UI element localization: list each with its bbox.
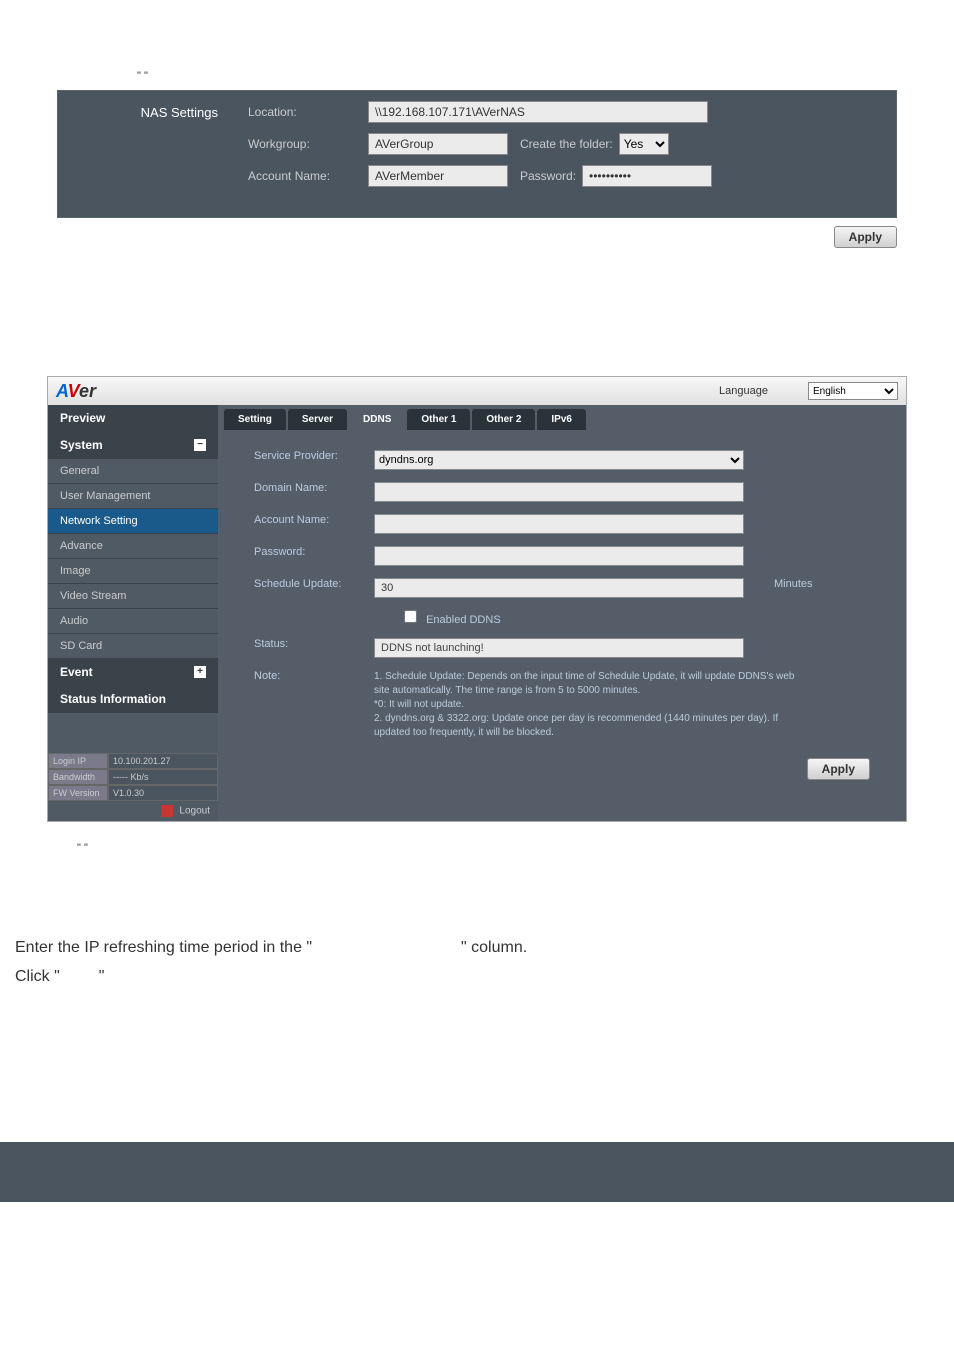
sidebar-status-info[interactable]: Status Information <box>48 686 218 713</box>
logout-icon <box>161 805 173 817</box>
sidebar-item-image[interactable]: Image <box>48 559 218 584</box>
enabled-ddns-label: Enabled DDNS <box>426 614 501 626</box>
tab-other2[interactable]: Other 2 <box>472 409 535 430</box>
logo-er: er <box>79 381 96 401</box>
sidebar-event[interactable]: Event + <box>48 659 218 686</box>
language-label: Language <box>719 385 768 397</box>
logo-a: A <box>56 381 68 401</box>
service-provider-select[interactable]: dyndns.org <box>374 450 744 470</box>
plus-icon[interactable]: + <box>194 666 206 678</box>
login-ip-value: 10.100.201.27 <box>108 753 218 769</box>
footer-bar <box>0 1142 954 1202</box>
fw-version-value: V1.0.30 <box>108 785 218 801</box>
schedule-update-label: Schedule Update: <box>224 578 374 590</box>
account-name-label: Account Name: <box>248 169 368 183</box>
sidebar-item-user-management[interactable]: User Management <box>48 484 218 509</box>
quote-text-1: " " <box>137 70 897 82</box>
logo: AVer <box>56 381 96 402</box>
location-label: Location: <box>248 105 368 119</box>
sidebar-item-video-stream[interactable]: Video Stream <box>48 584 218 609</box>
sidebar: Preview System − General User Management… <box>48 405 218 821</box>
domain-name-input[interactable] <box>374 482 744 502</box>
apply-button-ddns[interactable]: Apply <box>807 758 870 780</box>
enabled-ddns-checkbox[interactable] <box>404 610 417 623</box>
tab-other1[interactable]: Other 1 <box>407 409 470 430</box>
workgroup-input[interactable] <box>368 133 508 155</box>
bandwidth-value: ----- Kb/s <box>108 769 218 785</box>
sidebar-item-sd-card[interactable]: SD Card <box>48 634 218 659</box>
tab-server[interactable]: Server <box>288 409 347 430</box>
ddns-password-input[interactable] <box>374 546 744 566</box>
note-label: Note: <box>224 670 374 682</box>
language-select[interactable]: English <box>808 382 898 400</box>
sidebar-system[interactable]: System − <box>48 432 218 459</box>
sidebar-item-general[interactable]: General <box>48 459 218 484</box>
sidebar-item-advance[interactable]: Advance <box>48 534 218 559</box>
create-folder-select[interactable]: Yes <box>619 133 669 155</box>
tab-ipv6[interactable]: IPv6 <box>537 409 586 430</box>
minus-icon[interactable]: − <box>194 439 206 451</box>
logout-row[interactable]: Logout <box>48 801 218 821</box>
status-label: Status: <box>224 638 374 650</box>
apply-button-nas[interactable]: Apply <box>834 226 897 248</box>
login-ip-label: Login IP <box>48 753 108 769</box>
create-folder-label: Create the folder: <box>520 137 613 151</box>
header-bar: AVer Language English <box>48 377 906 405</box>
schedule-update-input[interactable] <box>374 578 744 598</box>
workgroup-label: Workgroup: <box>248 137 368 151</box>
nas-settings-panel: NAS Settings Location: Workgroup: Create… <box>57 90 897 218</box>
account-name-input[interactable] <box>368 165 508 187</box>
tab-setting[interactable]: Setting <box>224 409 286 430</box>
location-input[interactable] <box>368 101 708 123</box>
sidebar-preview[interactable]: Preview <box>48 405 218 432</box>
domain-name-label: Domain Name: <box>224 482 374 494</box>
tabs: Setting Server DDNS Other 1 Other 2 IPv6 <box>224 409 900 430</box>
ddns-panel: AVer Language English Preview System − G… <box>47 376 907 822</box>
password-input[interactable] <box>582 165 712 187</box>
password-label: Password: <box>520 169 576 183</box>
quote-text-2: " " <box>77 842 907 854</box>
sidebar-item-network-setting[interactable]: Network Setting <box>48 509 218 534</box>
logo-v: V <box>68 381 79 401</box>
ddns-account-name-input[interactable] <box>374 514 744 534</box>
status-value: DDNS not launching! <box>374 638 744 658</box>
sidebar-item-audio[interactable]: Audio <box>48 609 218 634</box>
ddns-account-name-label: Account Name: <box>224 514 374 526</box>
fw-version-label: FW Version <box>48 785 108 801</box>
bandwidth-label: Bandwidth <box>48 769 108 785</box>
instruction-line-1: Enter the IP refreshing time period in t… <box>15 934 954 963</box>
ddns-password-label: Password: <box>224 546 374 558</box>
tab-ddns[interactable]: DDNS <box>349 409 405 430</box>
service-provider-label: Service Provider: <box>224 450 374 462</box>
nas-section-label: NAS Settings <box>73 105 248 120</box>
schedule-update-unit: Minutes <box>774 578 813 590</box>
instruction-line-2: Click " " <box>15 963 954 992</box>
note-text: 1. Schedule Update: Depends on the input… <box>374 670 804 740</box>
